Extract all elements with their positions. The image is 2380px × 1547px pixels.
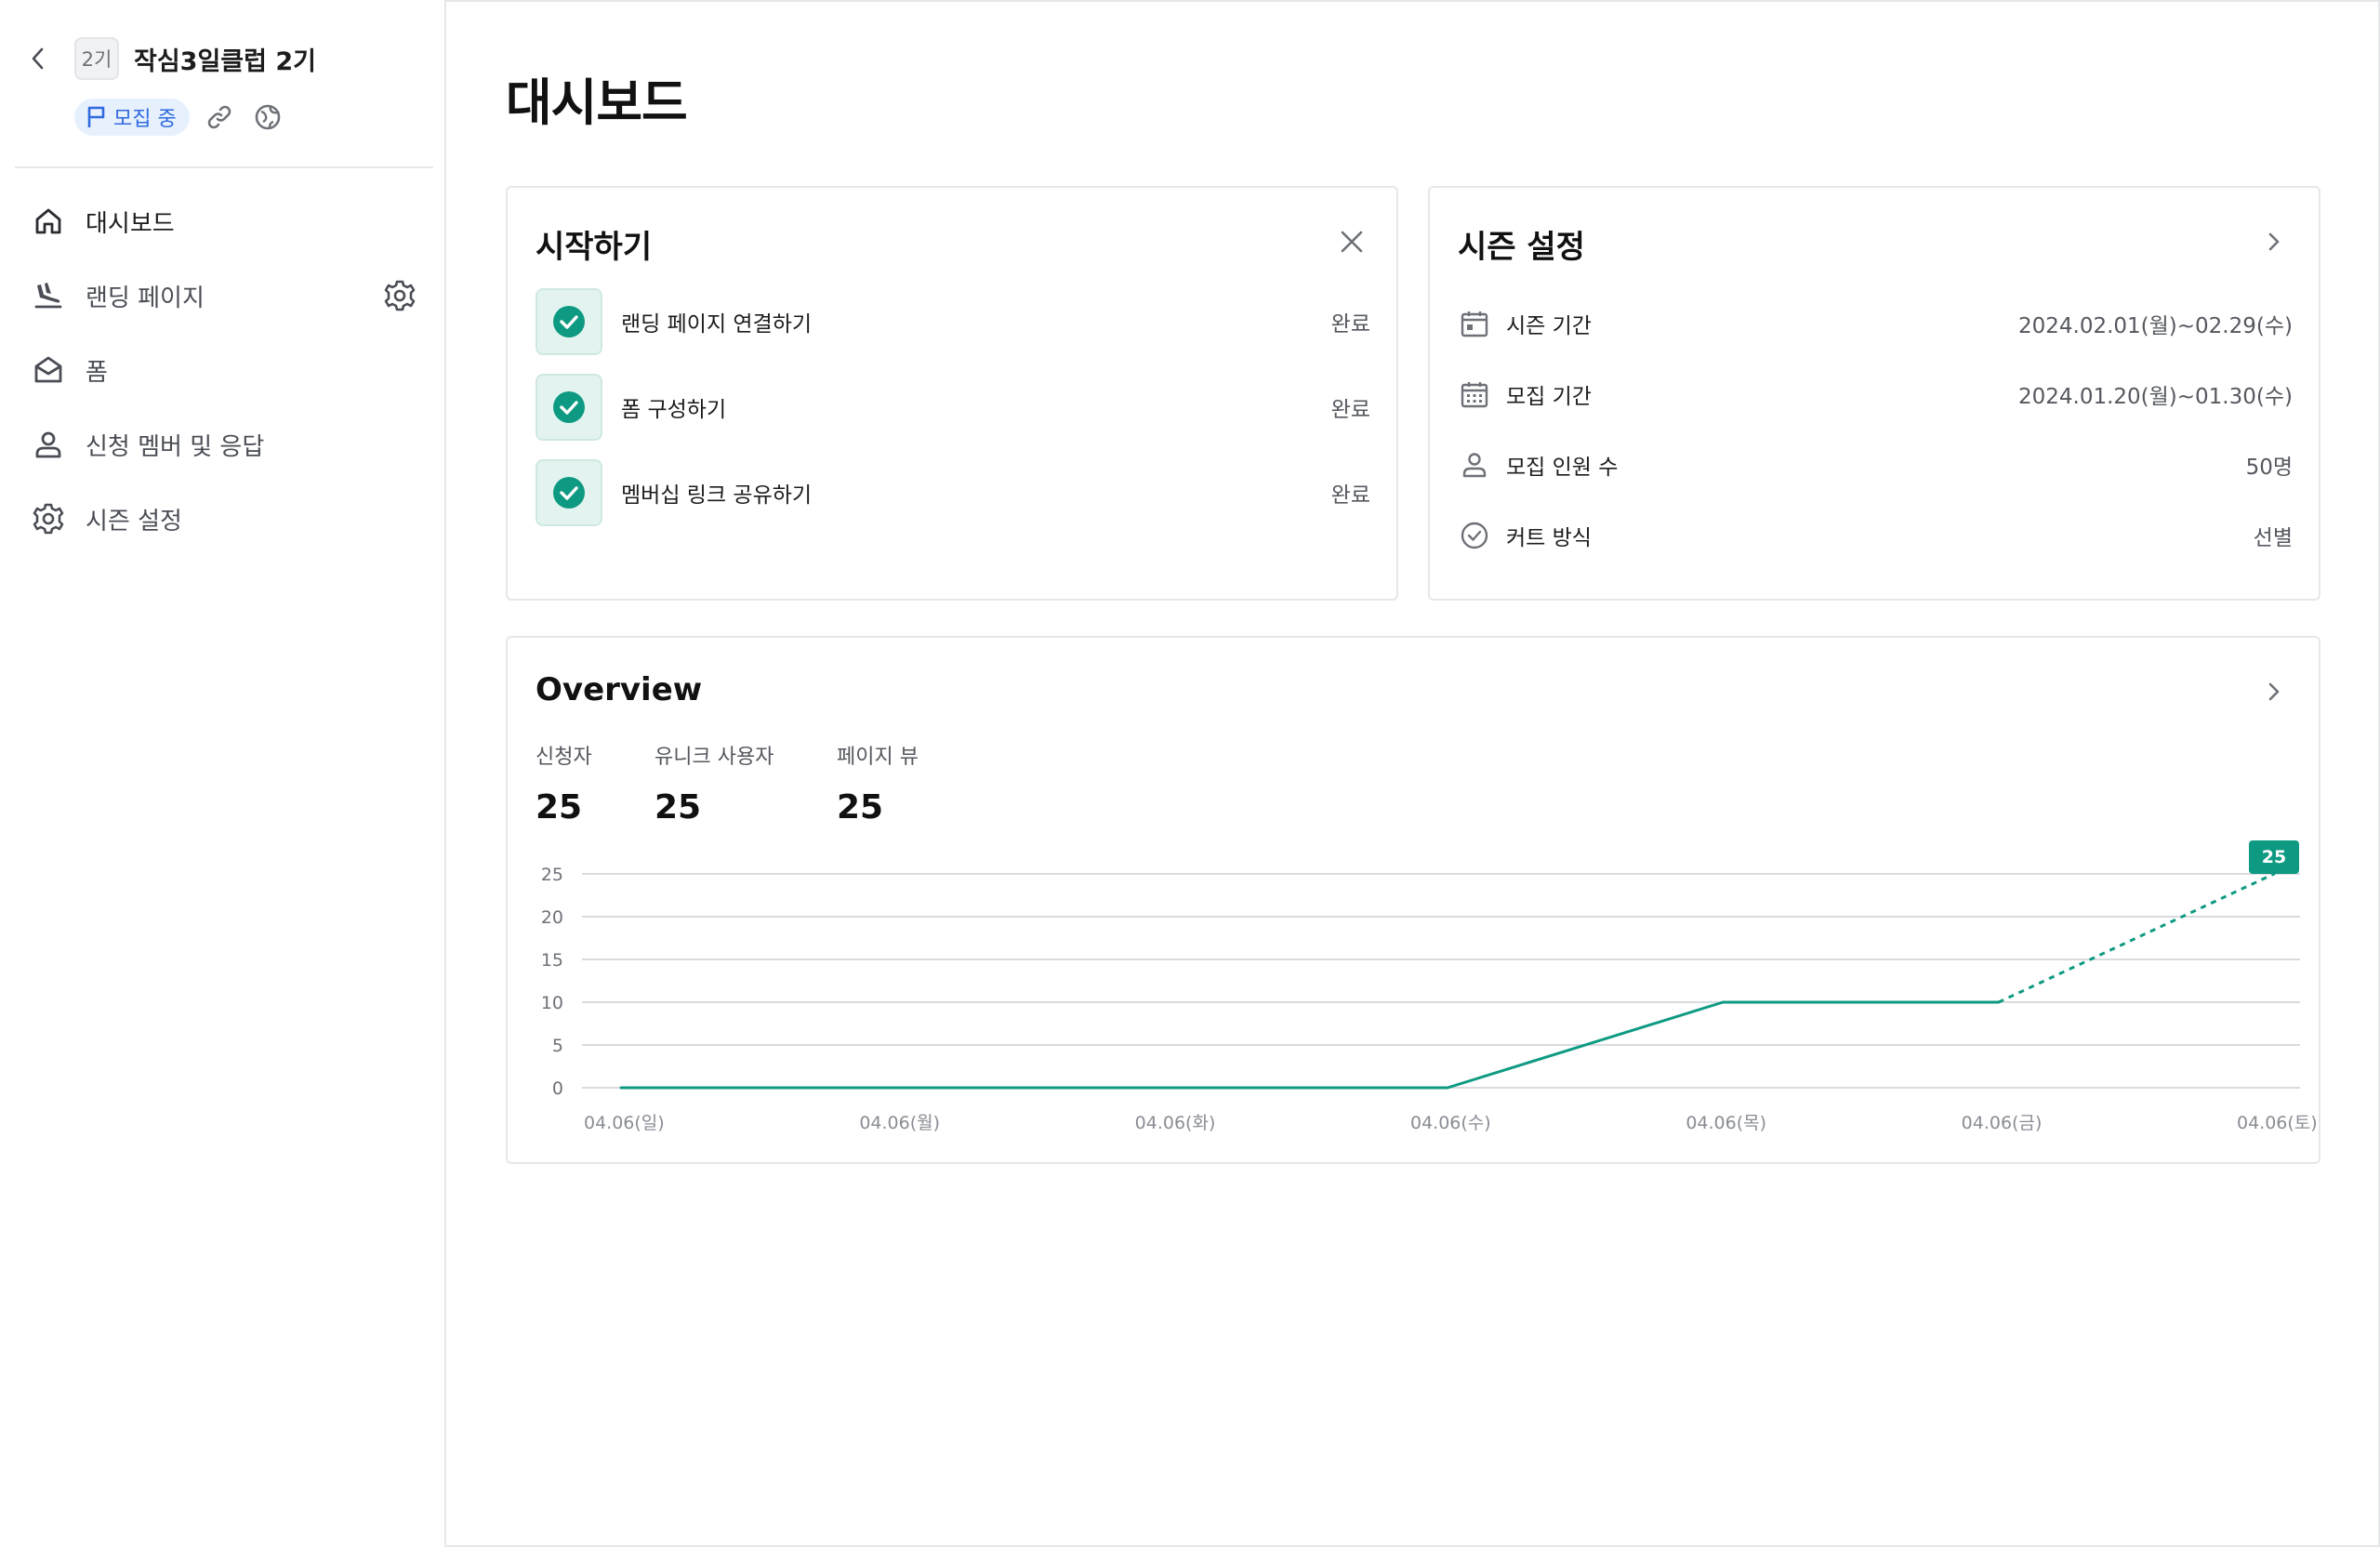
chart-y-tick-label: 10 [541,993,563,1013]
status-badge-label: 모집 중 [113,108,177,131]
season-chip: 2기 [74,37,119,80]
gear-icon [384,280,416,311]
task-checkbox[interactable] [536,459,602,526]
overview-line-chart: 0 5 10 15 20 25 04.06(일) 04.06(월) 04.06(화) 04.06(… [541,840,2318,1133]
check-circle-filled-icon [553,477,585,509]
task-checkbox[interactable] [536,374,602,441]
setting-value: 2024.01.20(월)~01.30(수) [2017,385,2293,409]
link-icon [207,105,231,129]
setting-label: 시즌 기간 [1506,314,1592,338]
task-status: 완료 [1330,312,1370,337]
main-content: 대시보드 시작하기 랜딩 페이지 연결하기 완료 폼 구성하기 완료 멤버십 링… [446,0,2380,1547]
task-label: 멤버십 링크 공유하기 [621,483,813,508]
chart-point [894,1086,898,1090]
sidebar-divider [15,166,433,168]
sidebar-item-dashboard[interactable]: 대시보드 [0,184,446,258]
chart-x-tick-label: 04.06(일) [584,1113,665,1133]
chart-value-label: 25 [2262,847,2286,867]
task-label: 폼 구성하기 [621,398,727,422]
landing-icon [30,277,67,314]
check-circle-filled-icon [553,391,585,423]
sidebar: 2기 작심3일클럽 2기 모집 중 대시보드 랜딩 페이지 폼 신청 멤버 및 … [0,0,446,1547]
task-row: 멤버십 링크 공유하기 완료 [536,459,1382,526]
calendar-icon [1458,307,1491,340]
chart-y-tick-label: 20 [541,907,563,928]
open-site-button[interactable] [251,100,284,134]
home-icon [30,203,67,240]
task-status: 완료 [1330,398,1370,422]
user-icon [30,426,67,463]
gear-icon [30,500,67,537]
chart-series-projection [1998,872,2275,1004]
chevron-right-icon [2268,232,2280,251]
chart-y-tick-label: 25 [541,865,563,885]
setting-value: 50명 [2245,456,2293,480]
club-header: 2기 작심3일클럽 2기 모집 중 [0,0,446,169]
check-circle-filled-icon [553,306,585,337]
sidebar-item-label: 대시보드 [86,209,175,238]
sidebar-item-label: 신청 멤버 및 응답 [86,432,265,461]
mail-open-icon [30,351,67,389]
task-row: 폼 구성하기 완료 [536,374,1382,441]
chart-x-tick-label: 04.06(화) [1135,1113,1216,1133]
close-icon [1341,231,1363,253]
chart-y-tick-label: 5 [552,1036,563,1056]
copy-link-button[interactable] [203,100,236,134]
close-getting-started-button[interactable] [1333,223,1370,260]
chart-point [1446,1086,1449,1090]
setting-value: 2024.02.01(월)~02.29(수) [2017,314,2293,338]
sidebar-nav: 대시보드 랜딩 페이지 폼 신청 멤버 및 응답 시즌 설정 [0,184,446,556]
flag-icon [87,106,105,127]
status-badge[interactable]: 모집 중 [74,99,190,136]
task-checkbox[interactable] [536,288,602,355]
chart-point [1997,1000,2001,1004]
season-settings-title: 시즌 설정 [1458,229,1585,266]
chart-x-tick-label: 04.06(토) [2237,1113,2318,1133]
setting-row-season-period: 시즌 기간 2024.02.01(월)~02.29(수) [1458,305,2293,342]
sidebar-item-label: 폼 [86,358,108,387]
getting-started-title: 시작하기 [536,229,653,266]
chart-y-tick-label: 15 [541,950,563,971]
sidebar-item-season-settings[interactable]: 시즌 설정 [0,482,446,556]
sidebar-item-label: 시즌 설정 [86,507,182,536]
chart-point [1721,1000,1725,1004]
setting-row-recruit-period: 모집 기간 2024.01.20(월)~01.30(수) [1458,376,2293,413]
user-icon [1458,448,1491,482]
club-name: 작심3일클럽 2기 [134,47,317,76]
chart-x-tick-label: 04.06(월) [859,1113,940,1133]
landing-settings-button[interactable] [381,277,418,314]
back-button[interactable] [22,43,54,74]
sidebar-item-label: 랜딩 페이지 [86,284,205,312]
getting-started-card: 시작하기 랜딩 페이지 연결하기 완료 폼 구성하기 완료 멤버십 링크 공유하… [506,186,1398,601]
setting-label: 모집 기간 [1506,385,1592,409]
season-settings-card: 시즌 설정 시즌 기간 2024.02.01(월)~02.29(수) 모집 기간… [1428,186,2320,601]
open-season-settings-button[interactable] [2255,223,2293,260]
task-row: 랜딩 페이지 연결하기 완료 [536,288,1382,355]
overview-card: Overview 신청자 25 유니크 사용자 25 페이지 뷰 25 0 5 10… [506,636,2320,1164]
setting-label: 커트 방식 [1506,526,1592,550]
check-circle-icon [1458,519,1491,552]
task-label: 랜딩 페이지 연결하기 [621,312,813,337]
sidebar-item-members[interactable]: 신청 멤버 및 응답 [0,407,446,482]
chart-x-tick-label: 04.06(수) [1410,1113,1491,1133]
sidebar-item-form[interactable]: 폼 [0,333,446,407]
setting-row-capacity: 모집 인원 수 50명 [1458,446,2293,483]
page-title: 대시보드 [506,73,688,132]
setting-value: 선별 [2253,526,2293,550]
task-status: 완료 [1330,483,1370,508]
globe-icon [255,104,281,130]
chart-point [1170,1086,1174,1090]
setting-row-cut-method: 커트 방식 선별 [1458,517,2293,554]
chevron-left-icon [32,47,44,70]
chart-y-tick-label: 0 [552,1078,563,1099]
setting-label: 모집 인원 수 [1506,456,1619,480]
chart-x-tick-label: 04.06(목) [1686,1113,1766,1133]
chart-x-tick-label: 04.06(금) [1962,1113,2043,1133]
chart-point [619,1086,623,1090]
calendar-grid-icon [1458,377,1491,411]
sidebar-item-landing-page[interactable]: 랜딩 페이지 [0,258,446,333]
